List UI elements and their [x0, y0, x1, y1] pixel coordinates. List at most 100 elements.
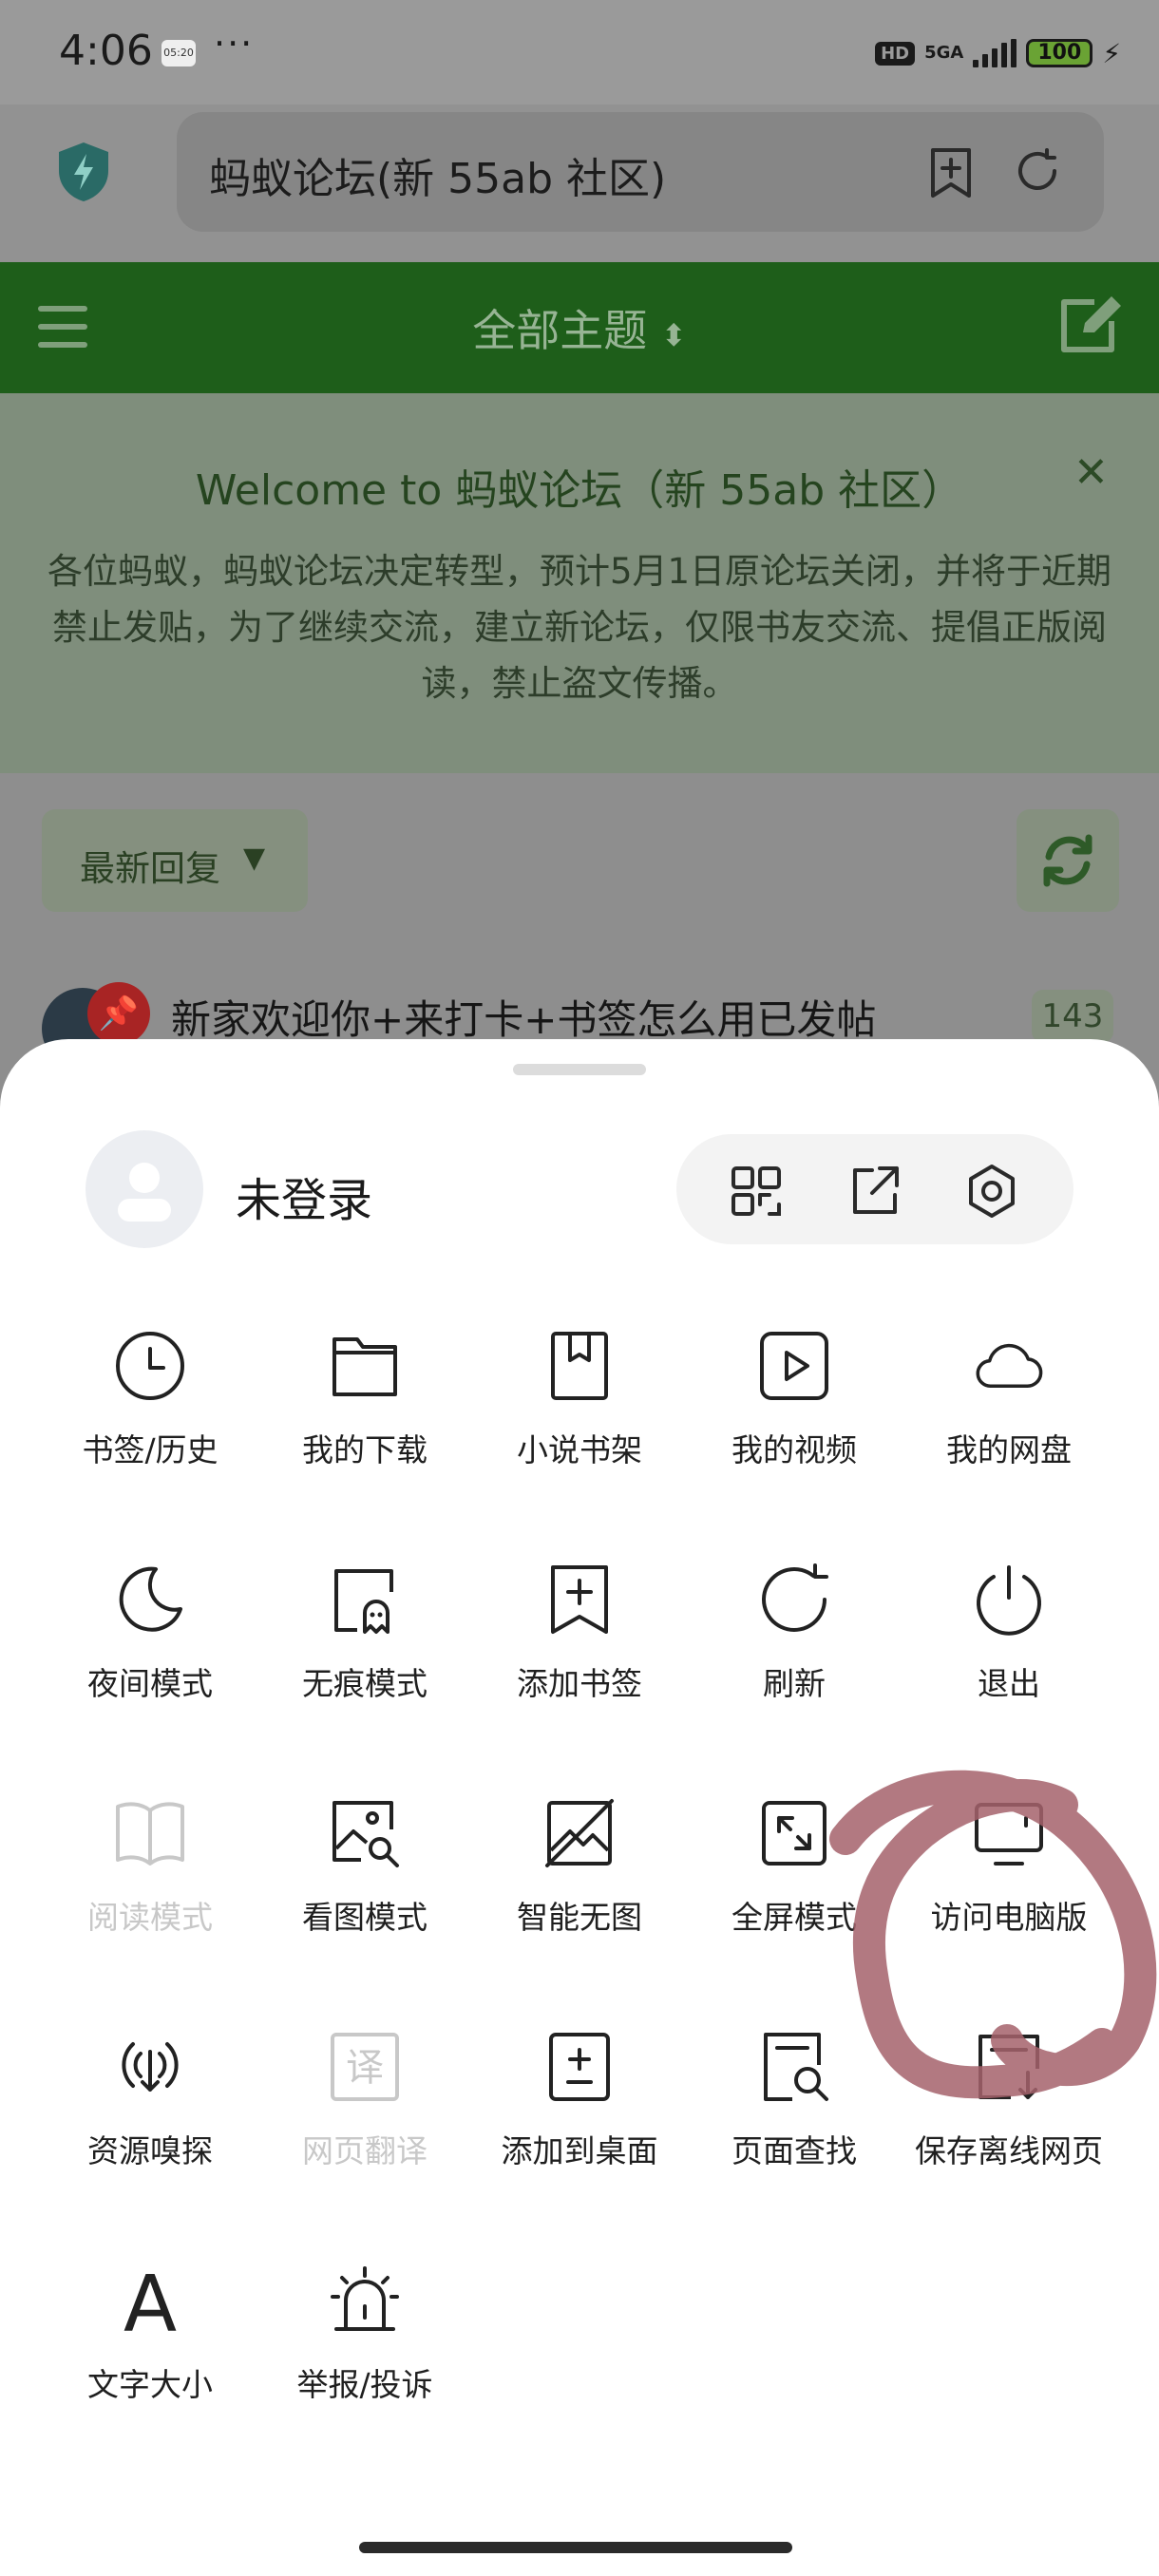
add-bookmark-icon[interactable] — [927, 146, 975, 199]
play-icon — [760, 1332, 828, 1400]
ghost-icon — [334, 1569, 393, 1634]
pin-icon: 📌 — [87, 982, 150, 1045]
menu-item-add-to-desktop[interactable]: 添加到桌面 — [475, 2031, 684, 2202]
menu-item-label: 我的网盘 — [946, 1431, 1072, 1468]
battery-icon: 100 — [1026, 39, 1093, 67]
sort-dropdown-label: 最新回复 — [80, 848, 220, 889]
menu-item-label: 添加到桌面 — [501, 2132, 658, 2169]
menu-item-label: 阅读模式 — [87, 1899, 213, 1936]
folder-icon — [332, 1337, 397, 1396]
topic-filter-title[interactable]: 全部主题 ⬍ — [0, 296, 1159, 359]
alarm-icon — [331, 2266, 399, 2331]
text-size-icon: A — [124, 2264, 177, 2337]
more-notifications-icon: ··· — [214, 23, 255, 65]
menu-item-label: 无痕模式 — [302, 1665, 428, 1702]
no-image-icon — [545, 1799, 614, 1867]
menu-item-find-in-page[interactable]: 页面查找 — [690, 2031, 899, 2202]
menu-item-label: 举报/投诉 — [296, 2366, 433, 2403]
menu-item-refresh[interactable]: 刷新 — [690, 1563, 899, 1734]
menu-item-translate[interactable]: 译 网页翻译 — [260, 2031, 469, 2202]
menu-item-label: 我的下载 — [302, 1431, 428, 1468]
sort-caret-icon: ⬍ — [660, 317, 687, 353]
page-search-icon — [764, 2033, 828, 2101]
home-indicator[interactable] — [359, 2542, 792, 2553]
menu-item-label: 全屏模式 — [732, 1899, 857, 1936]
translate-icon: 译 — [331, 2033, 399, 2101]
cloud-icon — [976, 1343, 1043, 1388]
menu-item-label: 添加书签 — [517, 1665, 642, 1702]
page-title[interactable]: 蚂蚁论坛(新 55ab 社区) — [209, 144, 666, 205]
fullscreen-icon — [762, 1801, 826, 1866]
shield-icon[interactable] — [55, 141, 112, 203]
svg-text:A: A — [124, 2264, 177, 2337]
book-bookmark-icon — [551, 1332, 608, 1400]
image-search-icon — [332, 1801, 399, 1867]
status-indicators: HD 5GA 100 ⚡ — [875, 34, 1121, 72]
user-icon — [118, 1163, 171, 1222]
topic-filter-label: 全部主题 — [472, 305, 648, 356]
status-time: 4:06 — [59, 27, 153, 75]
share-icon[interactable] — [846, 1163, 902, 1220]
menu-item-label: 退出 — [978, 1665, 1040, 1702]
menu-item-bookmarks-history[interactable]: 书签/历史 — [46, 1330, 255, 1501]
menu-item-downloads[interactable]: 我的下载 — [260, 1330, 469, 1501]
refresh-list-button[interactable] — [1016, 809, 1119, 912]
menu-item-label: 文字大小 — [87, 2366, 213, 2403]
sniff-icon — [122, 2042, 179, 2092]
menu-item-report[interactable]: 举报/投诉 — [260, 2264, 469, 2435]
chevron-down-icon: ▼ — [243, 842, 266, 875]
menu-item-label: 资源嗅探 — [87, 2132, 213, 2169]
signal-icon — [973, 39, 1017, 67]
menu-item-label: 刷新 — [763, 1665, 826, 1702]
bookmark-add-icon — [551, 1565, 608, 1634]
sync-icon — [1043, 834, 1092, 887]
open-book-icon — [116, 1802, 184, 1866]
menu-item-smart-no-image[interactable]: 智能无图 — [475, 1797, 684, 1968]
save-offline-icon — [978, 2035, 1039, 2099]
add-to-desktop-icon — [549, 2033, 610, 2101]
reload-icon[interactable] — [1013, 146, 1062, 196]
welcome-body: 各位蚂蚁，蚂蚁论坛决定转型，预计5月1日原论坛关闭，并将于近期禁止发贴，为了继续… — [47, 551, 1112, 704]
menu-item-fullscreen[interactable]: 全屏模式 — [690, 1797, 899, 1968]
thread-title[interactable]: 新家欢迎你+来打卡+书签怎么用已发帖 — [171, 988, 876, 1046]
power-icon — [977, 1565, 1041, 1636]
menu-item-image-mode[interactable]: 看图模式 — [260, 1797, 469, 1968]
welcome-title: Welcome to 蚂蚁论坛（新 55ab 社区） — [195, 466, 964, 515]
menu-item-label: 夜间模式 — [87, 1665, 213, 1702]
login-status[interactable]: 未登录 — [236, 1163, 372, 1229]
menu-item-label: 看图模式 — [302, 1899, 428, 1936]
compose-icon[interactable] — [1056, 294, 1125, 357]
menu-item-label: 访问电脑版 — [930, 1899, 1088, 1936]
menu-item-cloud-drive[interactable]: 我的网盘 — [904, 1330, 1113, 1501]
moon-icon — [119, 1566, 182, 1632]
clock-icon — [116, 1332, 184, 1400]
menu-item-night-mode[interactable]: 夜间模式 — [46, 1563, 255, 1734]
menu-item-text-size[interactable]: A 文字大小 — [46, 2264, 255, 2435]
menu-item-label: 小说书架 — [517, 1431, 642, 1468]
notification-icon: 05:20 — [162, 40, 196, 66]
menu-item-save-offline[interactable]: 保存离线网页 — [904, 2031, 1113, 2202]
monitor-icon — [975, 1803, 1043, 1866]
menu-item-exit[interactable]: 退出 — [904, 1563, 1113, 1734]
menu-item-label: 我的视频 — [732, 1431, 857, 1468]
menu-item-label: 保存离线网页 — [915, 2132, 1103, 2169]
reply-count-badge: 143 — [1032, 990, 1113, 1043]
menu-item-novel-shelf[interactable]: 小说书架 — [475, 1330, 684, 1501]
menu-item-desktop-version[interactable]: 访问电脑版 — [904, 1797, 1113, 1968]
network-type: 5GA — [924, 43, 964, 63]
svg-text:译: 译 — [346, 2046, 384, 2090]
menu-item-add-bookmark[interactable]: 添加书签 — [475, 1563, 684, 1734]
menu-item-videos[interactable]: 我的视频 — [690, 1330, 899, 1501]
menu-item-incognito[interactable]: 无痕模式 — [260, 1563, 469, 1734]
menu-item-label: 页面查找 — [732, 2132, 857, 2169]
menu-item-resource-sniff[interactable]: 资源嗅探 — [46, 2031, 255, 2202]
scan-icon[interactable] — [728, 1163, 785, 1220]
charging-icon: ⚡ — [1102, 37, 1121, 69]
refresh-icon — [762, 1563, 828, 1632]
user-avatar[interactable] — [86, 1130, 203, 1248]
close-icon[interactable]: ✕ — [1074, 448, 1109, 497]
menu-item-reader-mode[interactable]: 阅读模式 — [46, 1797, 255, 1968]
hd-icon: HD — [875, 41, 916, 66]
settings-icon[interactable] — [963, 1163, 1020, 1220]
sheet-drag-handle[interactable] — [513, 1064, 646, 1075]
